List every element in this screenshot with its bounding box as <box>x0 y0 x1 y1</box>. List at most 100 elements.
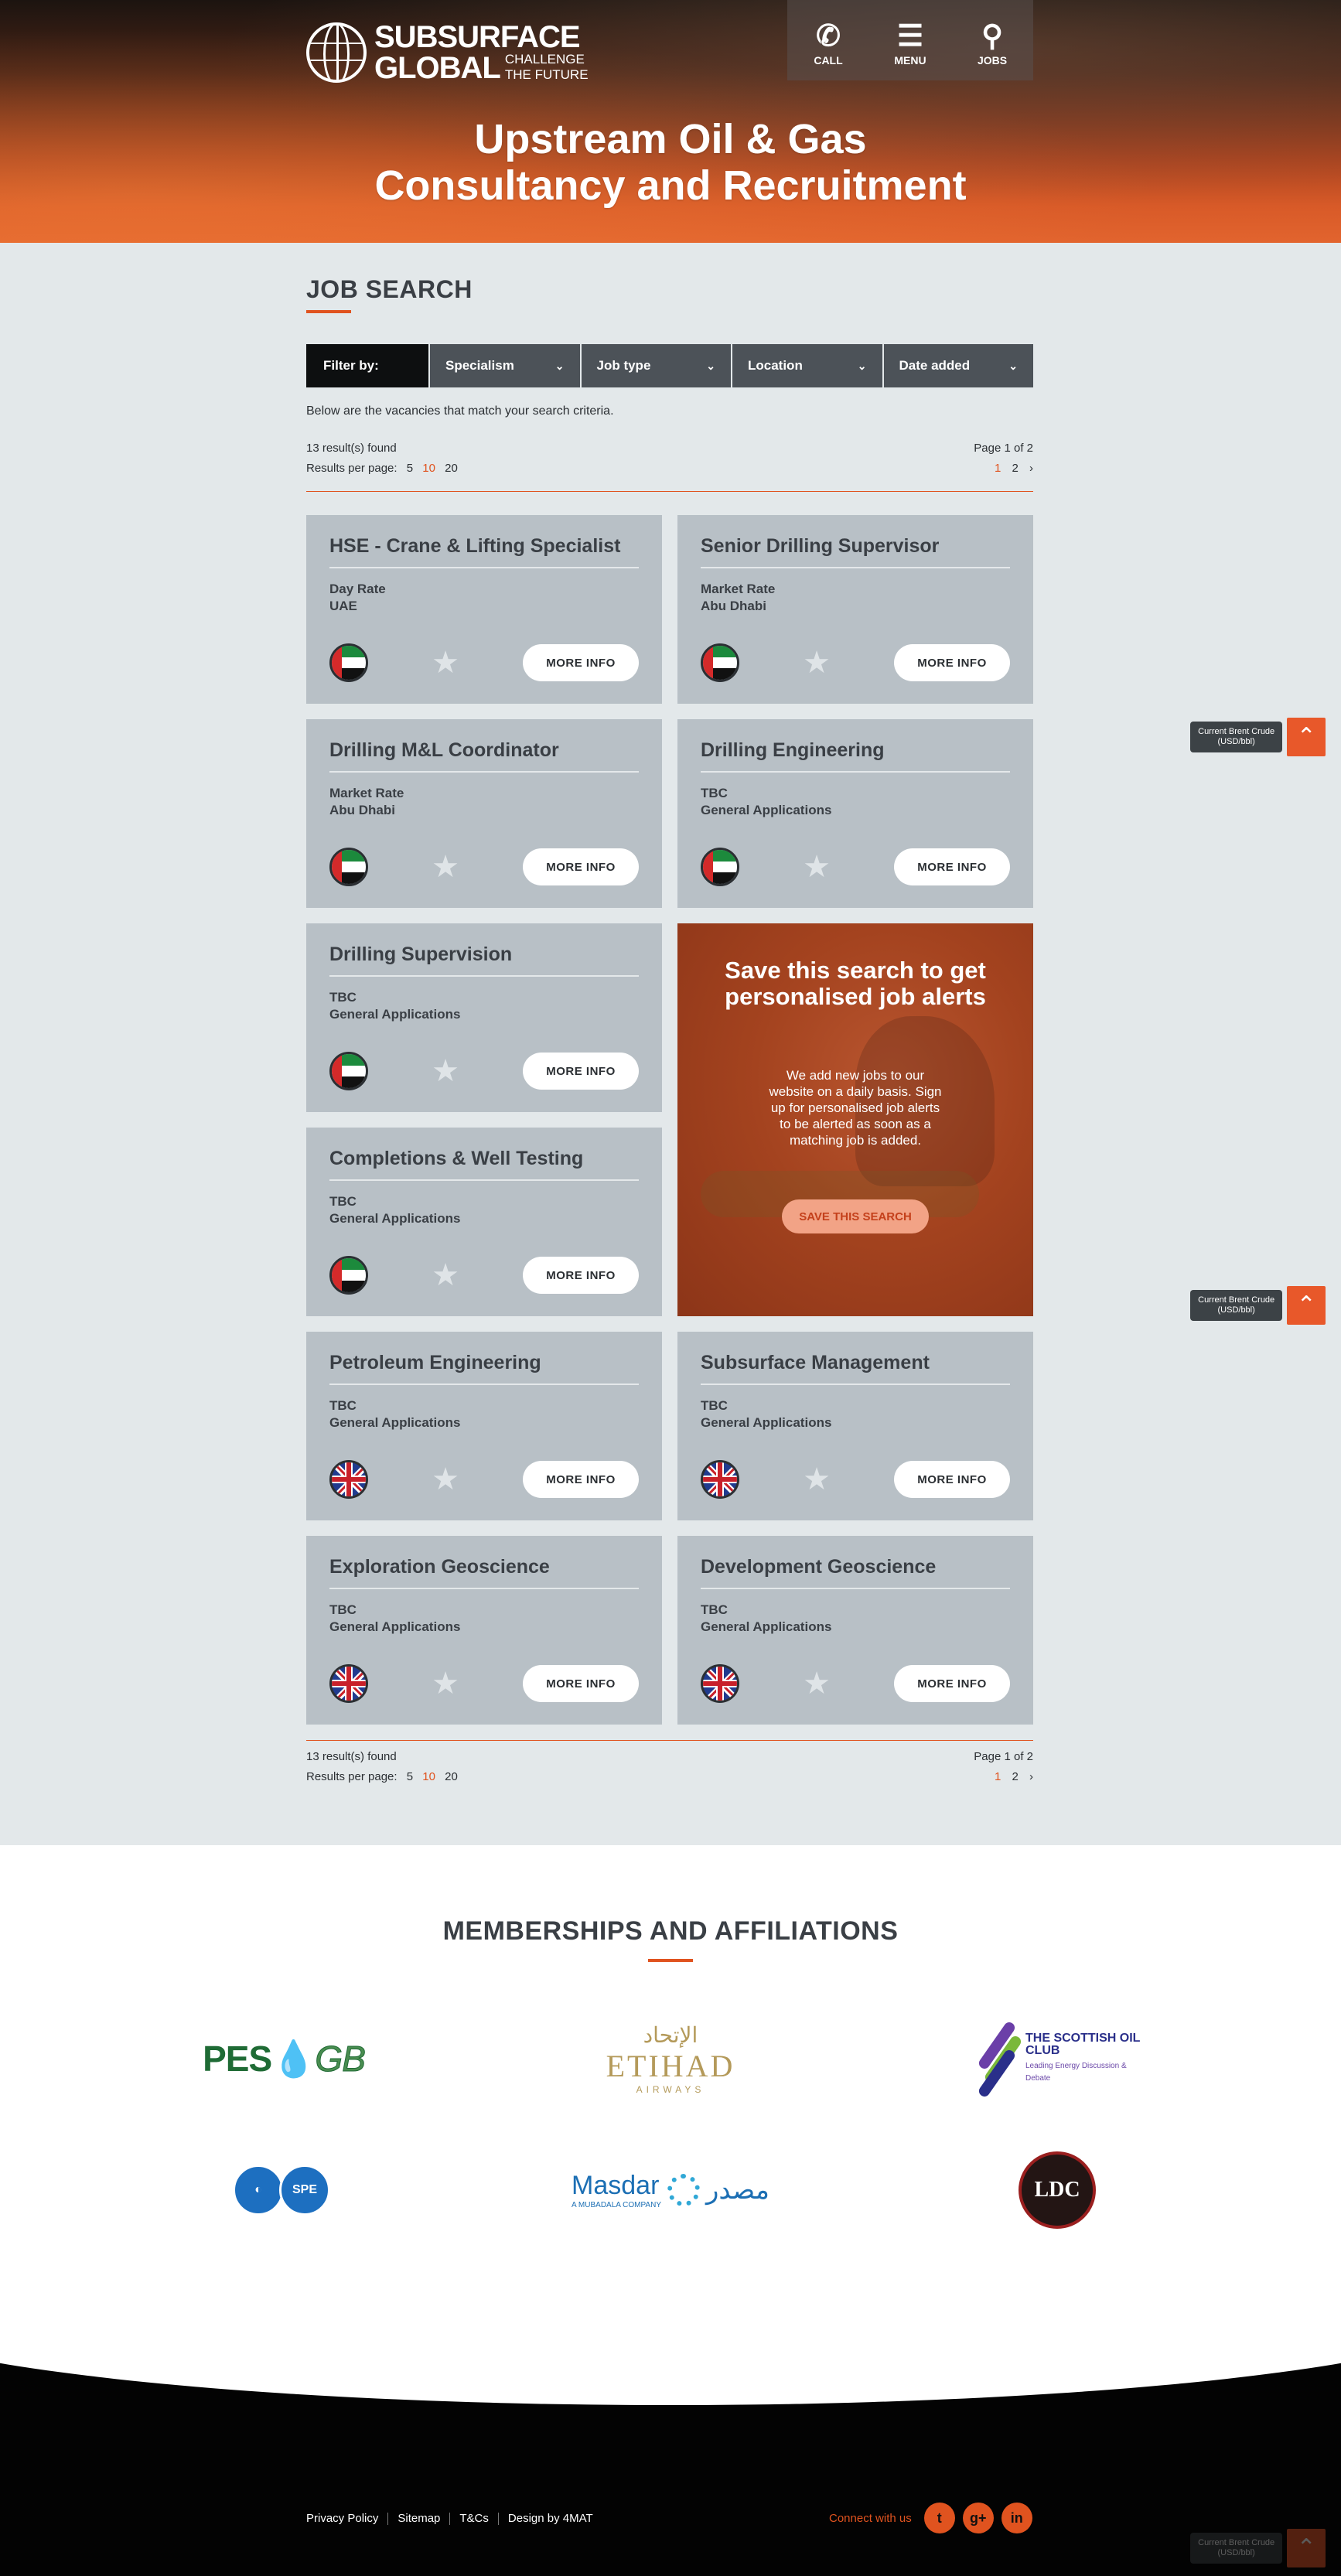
job-title[interactable]: Drilling Engineering <box>701 739 1010 773</box>
filter-specialism[interactable]: Specialism ⌄ <box>428 344 580 387</box>
star-icon[interactable]: ★ <box>803 851 831 882</box>
promo-text: We add new jobs to our website on a dail… <box>769 1068 942 1148</box>
pesgb-text: PES <box>203 2038 272 2079</box>
page-link-1[interactable]: 1 <box>995 462 1001 475</box>
page-link-2[interactable]: 2 <box>1012 462 1018 475</box>
scottish-oil-club-logo[interactable]: THE SCOTTISH OIL CLUB Leading Energy Disc… <box>864 2008 1251 2109</box>
page-title: JOB SEARCH <box>306 275 473 303</box>
job-title[interactable]: Exploration Geoscience <box>329 1556 639 1589</box>
job-rate: TBC <box>701 1602 728 1617</box>
memberships-title: MEMBERSHIPS AND AFFILIATIONS <box>442 1916 899 1946</box>
masdar-logo[interactable]: Masdar A MUBADALA COMPANY مصدر <box>477 2140 864 2240</box>
brent-label: Current Brent Crude (USD/bbl) <box>1190 722 1283 752</box>
sitemap-link[interactable]: Sitemap <box>398 2512 440 2525</box>
linkedin-icon[interactable]: in <box>1001 2503 1032 2533</box>
job-title[interactable]: HSE - Crane & Lifting Specialist <box>329 535 639 568</box>
results-count: 13 result(s) found <box>306 442 397 455</box>
job-title[interactable]: Development Geoscience <box>701 1556 1010 1589</box>
job-title[interactable]: Senior Drilling Supervisor <box>701 535 1010 568</box>
brent-label: Current Brent Crude (USD/bbl) <box>1190 1290 1283 1321</box>
per-page-option-10[interactable]: 10 <box>422 1770 435 1783</box>
job-location: General Applications <box>701 1415 832 1430</box>
page-link-1[interactable]: 1 <box>995 1770 1001 1783</box>
job-title[interactable]: Subsurface Management <box>701 1352 1010 1385</box>
job-title[interactable]: Petroleum Engineering <box>329 1352 639 1385</box>
per-page-option-5[interactable]: 5 <box>407 1770 413 1783</box>
star-icon[interactable]: ★ <box>432 1464 459 1495</box>
brent-label: Current Brent Crude (USD/bbl) <box>1190 2533 1283 2564</box>
star-icon[interactable]: ★ <box>803 1668 831 1699</box>
uae-flag-icon <box>329 643 368 682</box>
job-card: Drilling Engineering TBC General Applicat… <box>677 719 1033 908</box>
uk-flag-icon <box>329 1664 368 1703</box>
more-info-button[interactable]: MORE INFO <box>522 1053 639 1090</box>
hero-title-line2: Consultancy and Recruitment <box>374 162 967 209</box>
privacy-policy-link[interactable]: Privacy Policy <box>306 2512 378 2525</box>
more-info-button[interactable]: MORE INFO <box>522 1257 639 1294</box>
divider <box>306 491 1033 492</box>
footer-links: Privacy Policy Sitemap T&Cs Design by 4M… <box>306 2512 593 2525</box>
jobs-label: JOBS <box>977 54 1008 67</box>
menu-button[interactable]: ☰ MENU <box>875 19 945 67</box>
per-page-option-10[interactable]: 10 <box>422 462 435 475</box>
star-icon[interactable]: ★ <box>432 1668 459 1699</box>
job-location: General Applications <box>701 1619 832 1634</box>
job-title[interactable]: Drilling Supervision <box>329 943 639 977</box>
star-icon[interactable]: ★ <box>432 851 459 882</box>
footer: Privacy Policy Sitemap T&Cs Design by 4M… <box>0 2312 1341 2576</box>
spe-logo[interactable]: ◐ SPE <box>90 2140 477 2240</box>
more-info-button[interactable]: MORE INFO <box>522 644 639 681</box>
ldc-logo[interactable]: LDC <box>864 2140 1251 2240</box>
masdar-text: Masdar <box>572 2171 660 2200</box>
page-link-2[interactable]: 2 <box>1012 1770 1018 1783</box>
filter-location[interactable]: Location ⌄ <box>731 344 882 387</box>
per-page-option-20[interactable]: 20 <box>445 462 458 475</box>
pesgb-logo[interactable]: PES💧GB <box>90 2008 477 2109</box>
filter-date-added[interactable]: Date added ⌄ <box>882 344 1033 387</box>
filter-job-type[interactable]: Job type ⌄ <box>579 344 731 387</box>
uk-flag-icon <box>329 1460 368 1499</box>
brent-crude-widget: Current Brent Crude (USD/bbl) ⌃ <box>1190 2529 1326 2567</box>
star-icon[interactable]: ★ <box>803 1464 831 1495</box>
more-info-button[interactable]: MORE INFO <box>522 848 639 885</box>
twitter-icon[interactable]: t <box>923 2503 955 2533</box>
hero-title-line1: Upstream Oil & Gas <box>474 116 867 162</box>
scroll-top-button[interactable]: ⌃ <box>1287 718 1326 756</box>
next-page-link[interactable]: › <box>1029 462 1033 475</box>
more-info-button[interactable]: MORE INFO <box>893 848 1010 885</box>
site-logo[interactable]: SUBSURFACE GLOBAL CHALLENGE THE FUTURE <box>306 22 589 84</box>
more-info-button[interactable]: MORE INFO <box>893 1665 1010 1702</box>
per-page-selector: Results per page: 5 10 20 <box>306 1767 458 1787</box>
ldc-text: LDC <box>1019 2151 1096 2229</box>
scroll-top-button[interactable]: ⌃ <box>1287 1286 1326 1325</box>
per-page-option-5[interactable]: 5 <box>407 462 413 475</box>
job-rate: TBC <box>329 1602 357 1617</box>
etihad-logo[interactable]: الإتحاد ETIHAD AIRWAYS <box>477 2008 864 2109</box>
star-icon[interactable]: ★ <box>432 1260 459 1291</box>
star-icon[interactable]: ★ <box>432 647 459 678</box>
uae-flag-icon <box>329 1052 368 1090</box>
more-info-button[interactable]: MORE INFO <box>522 1665 639 1702</box>
more-info-button[interactable]: MORE INFO <box>522 1461 639 1498</box>
job-title[interactable]: Drilling M&L Coordinator <box>329 739 639 773</box>
save-search-button[interactable]: SAVE THIS SEARCH <box>782 1199 929 1233</box>
per-page-option-20[interactable]: 20 <box>445 1770 458 1783</box>
job-location: General Applications <box>329 1211 461 1226</box>
call-button[interactable]: ✆ CALL <box>793 19 863 67</box>
connect-label: Connect with us <box>829 2511 912 2525</box>
terms-link[interactable]: T&Cs <box>459 2512 489 2525</box>
masdar-subtext: A MUBADALA COMPANY <box>572 2201 661 2209</box>
next-page-link[interactable]: › <box>1029 1770 1033 1783</box>
jobs-button[interactable]: ⚲ JOBS <box>957 19 1027 67</box>
more-info-button[interactable]: MORE INFO <box>893 1461 1010 1498</box>
more-info-button[interactable]: MORE INFO <box>893 644 1010 681</box>
google-plus-icon[interactable]: g+ <box>962 2503 994 2533</box>
uk-flag-icon <box>701 1664 739 1703</box>
per-page-selector: Results per page: 5 10 20 <box>306 459 458 479</box>
design-credit-link[interactable]: Design by 4MAT <box>508 2512 593 2525</box>
star-icon[interactable]: ★ <box>432 1056 459 1087</box>
job-title[interactable]: Completions & Well Testing <box>329 1148 639 1181</box>
logo-title: SUBSURFACE <box>374 20 581 54</box>
scroll-top-button[interactable]: ⌃ <box>1287 2529 1326 2567</box>
star-icon[interactable]: ★ <box>803 647 831 678</box>
